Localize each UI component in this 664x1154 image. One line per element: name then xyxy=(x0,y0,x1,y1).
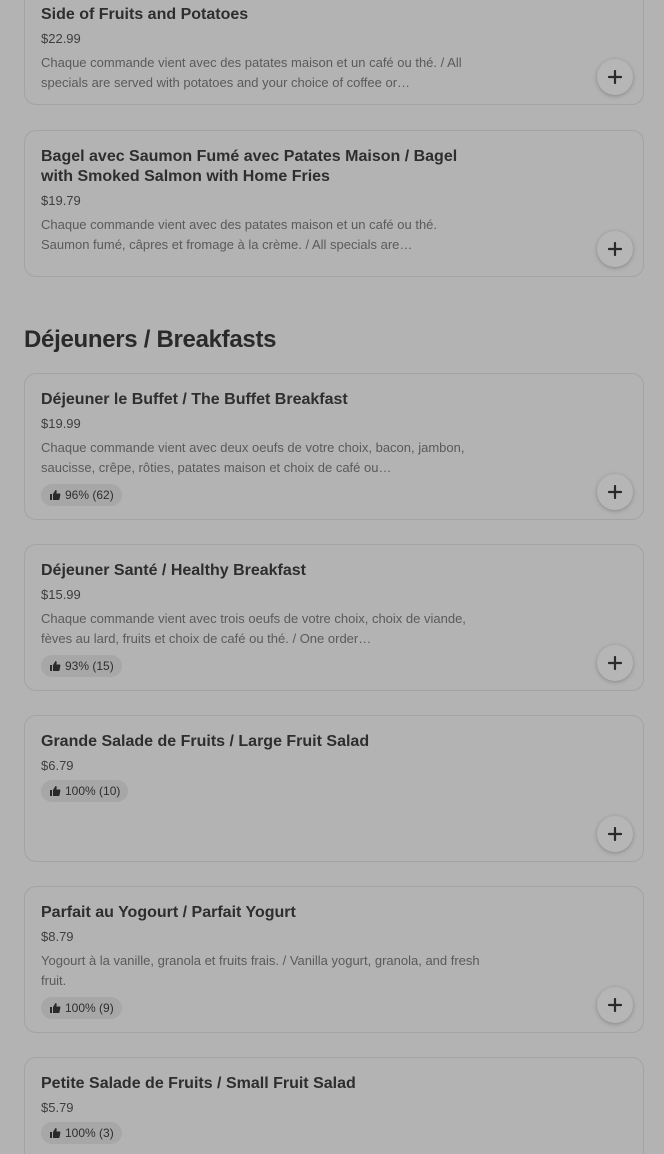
menu-page: Side of Fruits and Potatoes $22.99 Chaqu… xyxy=(0,0,664,1154)
rating-text: 93% (15) xyxy=(65,659,114,673)
thumbs-up-icon xyxy=(50,1128,61,1138)
item-price: $6.79 xyxy=(41,758,74,773)
menu-item-card[interactable]: Déjeuner Santé / Healthy Breakfast $15.9… xyxy=(24,544,644,691)
item-description: Chaque commande vient avec des patates m… xyxy=(41,55,462,90)
add-button[interactable] xyxy=(597,816,633,852)
item-price: $19.99 xyxy=(41,416,81,431)
item-title: Grande Salade de Fruits / Large Fruit Sa… xyxy=(41,733,370,750)
add-button[interactable] xyxy=(597,231,633,267)
rating-text: 96% (62) xyxy=(65,488,114,502)
item-title: Déjeuner le Buffet / The Buffet Breakfas… xyxy=(41,391,348,408)
item-description: Chaque commande vient avec des patates m… xyxy=(41,217,438,252)
item-description: Chaque commande vient avec deux oeufs de… xyxy=(41,440,465,475)
plus-icon xyxy=(608,70,622,84)
item-price: $15.99 xyxy=(41,587,81,602)
rating-text: 100% (9) xyxy=(65,1001,114,1015)
item-price: $8.79 xyxy=(41,929,74,944)
item-description: Yogourt à la vanille, granola et fruits … xyxy=(41,953,480,988)
add-button[interactable] xyxy=(597,645,633,681)
menu-item-card[interactable]: Parfait au Yogourt / Parfait Yogurt $8.7… xyxy=(24,886,644,1033)
rating-badge: 100% (9) xyxy=(41,997,122,1019)
item-title: Parfait au Yogourt / Parfait Yogurt xyxy=(41,904,296,921)
item-description: Chaque commande vient avec trois oeufs d… xyxy=(41,611,466,646)
plus-icon xyxy=(608,485,622,499)
add-button[interactable] xyxy=(597,474,633,510)
add-button[interactable] xyxy=(597,59,633,95)
rating-text: 100% (10) xyxy=(65,784,121,798)
item-title: Petite Salade de Fruits / Small Fruit Sa… xyxy=(41,1075,356,1092)
item-price: $22.99 xyxy=(41,31,81,46)
thumbs-up-icon xyxy=(50,490,61,500)
item-title: Déjeuner Santé / Healthy Breakfast xyxy=(41,562,306,579)
plus-icon xyxy=(608,656,622,670)
menu-item-card[interactable]: Déjeuner le Buffet / The Buffet Breakfas… xyxy=(24,373,644,520)
rating-badge: 100% (10) xyxy=(41,780,129,802)
menu-item-card[interactable]: Petite Salade de Fruits / Small Fruit Sa… xyxy=(24,1057,644,1154)
rating-badge: 93% (15) xyxy=(41,655,122,677)
thumbs-up-icon xyxy=(50,1003,61,1013)
menu-item-card[interactable]: Side of Fruits and Potatoes $22.99 Chaqu… xyxy=(24,0,644,105)
thumbs-up-icon xyxy=(50,786,61,796)
item-price: $19.79 xyxy=(41,193,81,208)
menu-item-card[interactable]: Bagel avec Saumon Fumé avec Patates Mais… xyxy=(24,130,644,277)
menu-item-card[interactable]: Grande Salade de Fruits / Large Fruit Sa… xyxy=(24,715,644,862)
add-button[interactable] xyxy=(597,987,633,1023)
thumbs-up-icon xyxy=(50,661,61,671)
plus-icon xyxy=(608,242,622,256)
plus-icon xyxy=(608,998,622,1012)
rating-badge: 100% (3) xyxy=(41,1122,122,1144)
plus-icon xyxy=(608,827,622,841)
rating-text: 100% (3) xyxy=(65,1126,114,1140)
item-title: Side of Fruits and Potatoes xyxy=(41,6,249,23)
item-title: Bagel avec Saumon Fumé avec Patates Mais… xyxy=(41,148,458,185)
rating-badge: 96% (62) xyxy=(41,484,122,506)
section-title: Déjeuners / Breakfasts xyxy=(24,326,277,353)
item-price: $5.79 xyxy=(41,1100,74,1115)
